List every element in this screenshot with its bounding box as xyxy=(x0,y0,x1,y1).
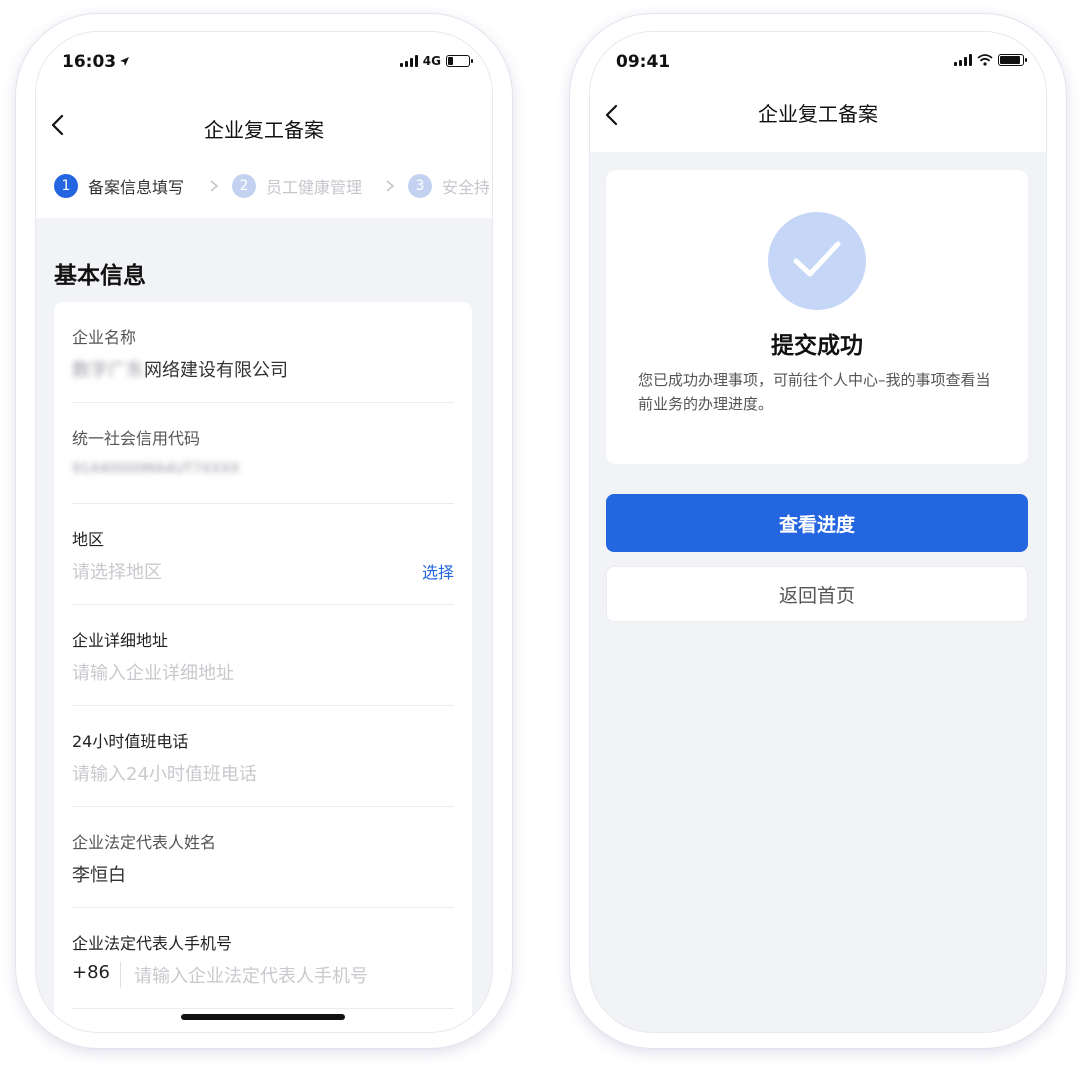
battery-icon xyxy=(446,55,473,67)
chevron-right-icon xyxy=(386,180,395,192)
page-title: 企业复工备案 xyxy=(758,102,878,126)
wifi-icon xyxy=(977,54,993,66)
step-number: 1 xyxy=(54,174,78,198)
step-indicator: 1 备案信息填写 2 员工健康管理 3 安全持 xyxy=(36,160,492,218)
step-label: 员工健康管理 xyxy=(266,178,363,197)
status-indicators xyxy=(954,54,1027,66)
step-2[interactable]: 2 员工健康管理 xyxy=(232,174,362,198)
legal-rep-value[interactable]: 李恒白 xyxy=(72,861,126,887)
legal-phone-input[interactable]: 请输入企业法定代表人手机号 xyxy=(134,962,368,988)
checkmark-icon xyxy=(793,241,841,277)
view-progress-button[interactable]: 查看进度 xyxy=(606,494,1028,552)
field-credit-code: 统一社会信用代码 91440000MA4UT7XXXX xyxy=(72,403,454,504)
credit-code-value: 91440000MA4UT7XXXX xyxy=(72,461,240,477)
success-description: 您已成功办理事项，可前往个人中心–我的事项查看当前业务的办理进度。 xyxy=(638,371,991,413)
step-label: 安全持 xyxy=(442,178,491,197)
region-placeholder: 请选择地区 xyxy=(72,562,162,583)
address-input[interactable]: 请输入企业详细地址 xyxy=(72,659,234,685)
chevron-right-icon xyxy=(210,180,219,192)
home-indicator xyxy=(181,1014,345,1020)
region-select-link[interactable]: 选择 xyxy=(422,559,454,583)
form-screen: 16:03 4G 企业复工备案 1 备案信息填写 2 员工健康管理 3 安全持 … xyxy=(36,32,492,1032)
field-region[interactable]: 地区 请选择地区 选择 xyxy=(72,504,454,605)
field-label: 企业法定代表人姓名 xyxy=(72,833,217,852)
nav-bar: 企业复工备案 xyxy=(36,90,492,160)
step-3[interactable]: 3 安全持 xyxy=(408,174,490,198)
page-title: 企业复工备案 xyxy=(204,118,324,142)
status-time: 16:03 xyxy=(62,52,130,72)
success-title: 提交成功 xyxy=(771,333,863,359)
signal-icon xyxy=(399,55,418,67)
hotline-input[interactable]: 请输入24小时值班电话 xyxy=(72,760,257,786)
field-hotline[interactable]: 24小时值班电话 请输入24小时值班电话 xyxy=(72,706,454,807)
signal-icon xyxy=(954,54,972,66)
field-address[interactable]: 企业详细地址 请输入企业详细地址 xyxy=(72,605,454,706)
divider xyxy=(120,962,121,988)
field-label: 企业法定代表人手机号 xyxy=(72,934,233,953)
status-bar: 16:03 4G xyxy=(36,32,492,90)
step-label: 备案信息填写 xyxy=(88,178,185,197)
success-check-badge xyxy=(768,212,866,310)
location-arrow-icon xyxy=(119,52,130,72)
field-label: 地区 xyxy=(72,530,105,549)
step-1[interactable]: 1 备案信息填写 xyxy=(54,174,184,198)
basic-info-form: 企业名称 数字广东网络建设有限公司 统一社会信用代码 91440000MA4UT… xyxy=(54,302,472,1032)
section-title: 基本信息 xyxy=(54,263,146,289)
redacted-text: 数字广东 xyxy=(72,360,144,381)
success-card: 提交成功 您已成功办理事项，可前往个人中心–我的事项查看当前业务的办理进度。 xyxy=(606,170,1028,464)
field-legal-rep[interactable]: 企业法定代表人姓名 李恒白 xyxy=(72,807,454,908)
status-indicators: 4G xyxy=(399,54,473,68)
phone-frame-left: 16:03 4G 企业复工备案 1 备案信息填写 2 员工健康管理 3 安全持 … xyxy=(16,14,512,1048)
status-time-text: 16:03 xyxy=(62,52,117,72)
country-code[interactable]: +86 xyxy=(72,962,110,983)
back-home-button[interactable]: 返回首页 xyxy=(606,566,1028,622)
success-screen: 09:41 企业复工备案 提交成功 您已成功办理事项，可前往个人中心–我的事项查… xyxy=(590,32,1046,1032)
step-number: 2 xyxy=(232,174,256,198)
nav-bar: 企业复工备案 xyxy=(590,82,1046,152)
network-type: 4G xyxy=(422,54,441,68)
step-number: 3 xyxy=(408,174,432,198)
phone-frame-right: 09:41 企业复工备案 提交成功 您已成功办理事项，可前往个人中心–我的事项查… xyxy=(570,14,1066,1048)
field-label: 统一社会信用代码 xyxy=(72,429,201,448)
status-bar: 09:41 xyxy=(590,32,1046,82)
field-label: 企业详细地址 xyxy=(72,631,169,650)
company-name-value: 数字广东网络建设有限公司 xyxy=(72,356,288,382)
field-label: 企业名称 xyxy=(72,328,137,347)
status-time: 09:41 xyxy=(616,52,671,72)
field-label: 24小时值班电话 xyxy=(72,732,189,751)
field-company-name: 企业名称 数字广东网络建设有限公司 xyxy=(72,302,454,403)
battery-icon xyxy=(998,54,1027,66)
field-legal-phone[interactable]: 企业法定代表人手机号 +86 请输入企业法定代表人手机号 xyxy=(72,908,454,1009)
company-name-text: 网络建设有限公司 xyxy=(144,360,288,381)
